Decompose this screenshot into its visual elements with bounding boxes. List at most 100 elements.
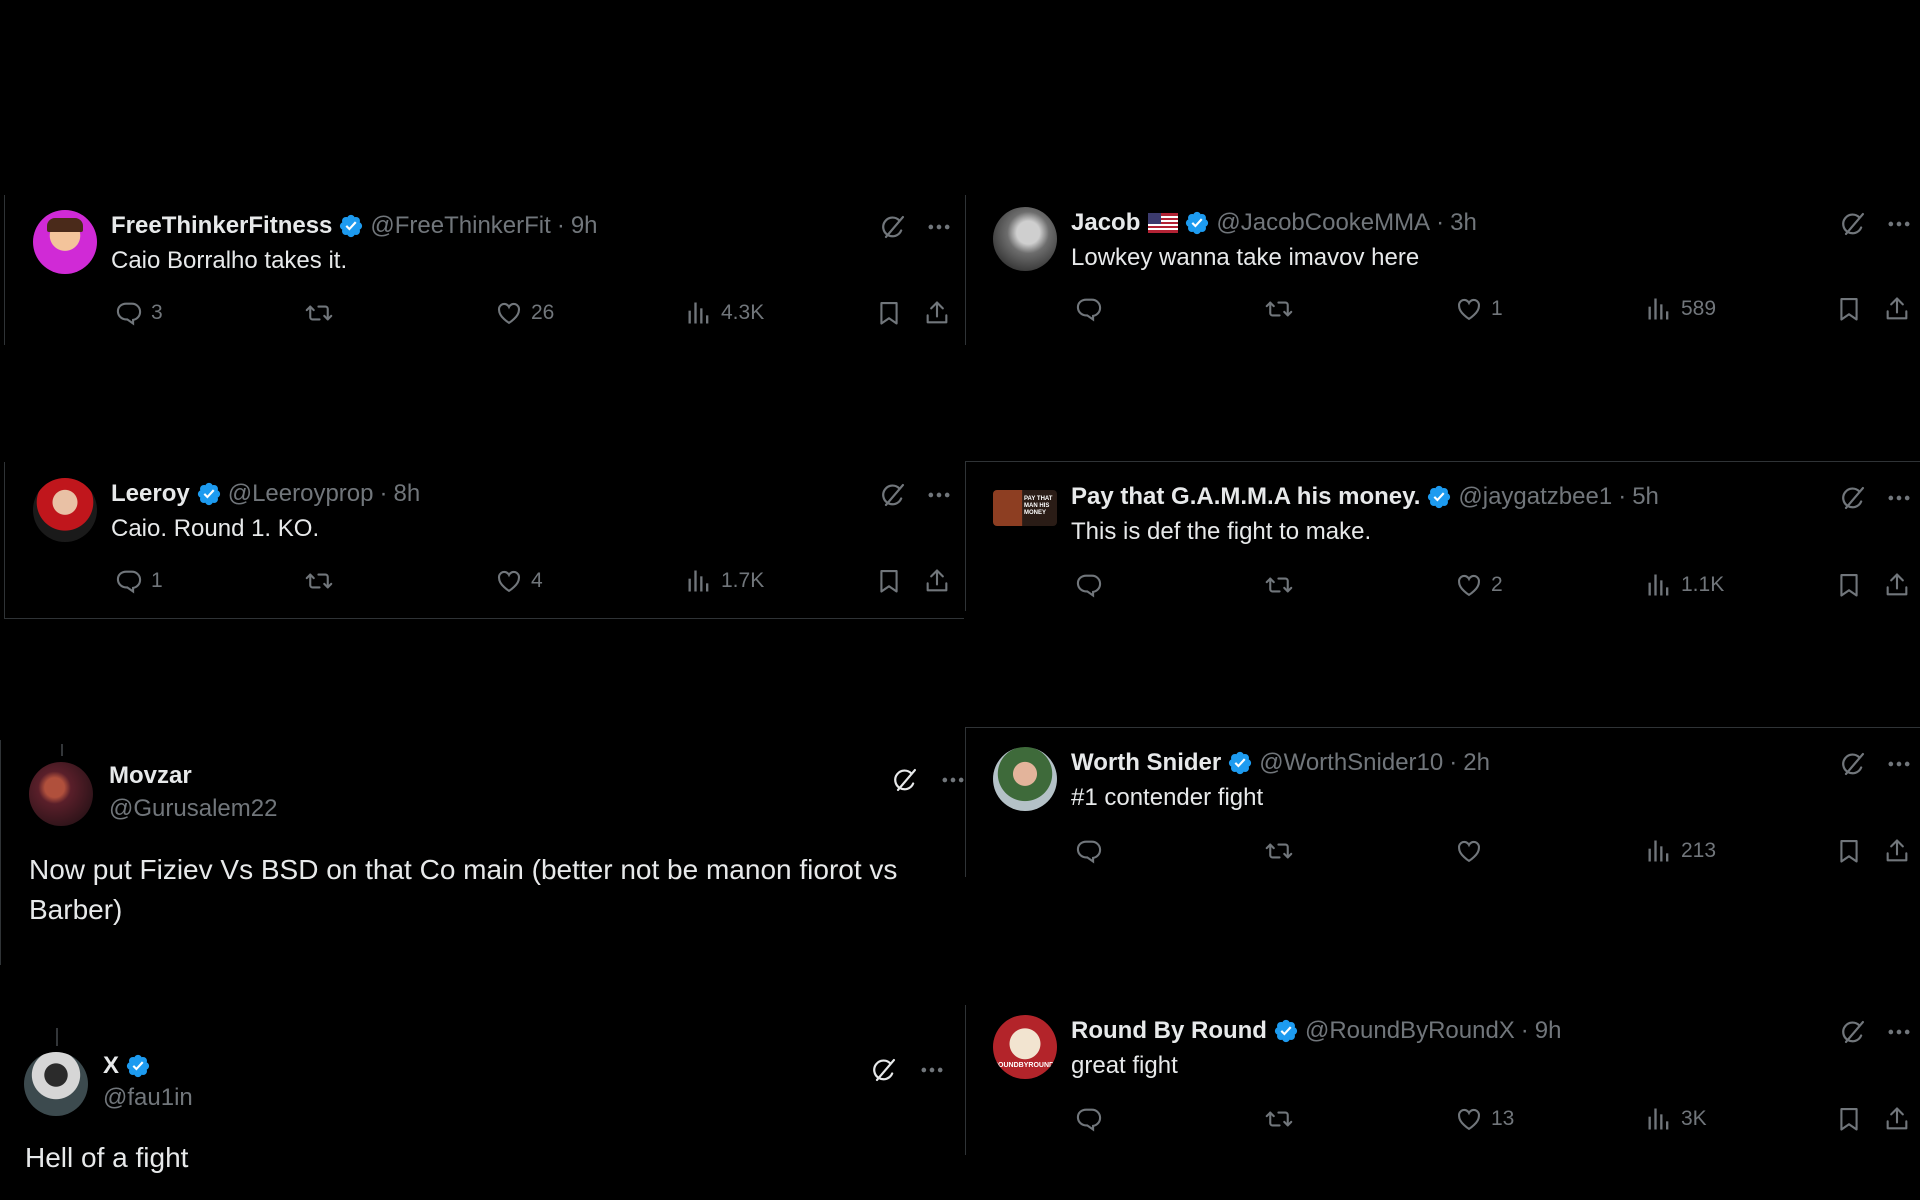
share-button[interactable] bbox=[923, 567, 951, 595]
more-icon[interactable] bbox=[1885, 750, 1913, 778]
author-handle[interactable]: @WorthSnider10 bbox=[1259, 749, 1443, 777]
grok-icon[interactable] bbox=[879, 213, 907, 241]
author-name[interactable]: Leeroy bbox=[111, 480, 190, 508]
timestamp[interactable]: 9h bbox=[1535, 1017, 1562, 1045]
grok-icon[interactable] bbox=[879, 481, 907, 509]
like-button[interactable] bbox=[1455, 837, 1491, 865]
separator: · bbox=[1520, 1017, 1529, 1044]
grok-icon[interactable] bbox=[1839, 210, 1867, 238]
author-name[interactable]: Movzar bbox=[109, 762, 192, 790]
bookmark-button[interactable] bbox=[1835, 837, 1863, 865]
bookmark-button[interactable] bbox=[875, 567, 903, 595]
timestamp[interactable]: 8h bbox=[393, 480, 420, 508]
author-handle[interactable]: @jaygatzbee1 bbox=[1458, 483, 1612, 511]
author-name[interactable]: Worth Snider bbox=[1071, 749, 1221, 777]
author-handle[interactable]: @RoundByRoundX bbox=[1305, 1017, 1515, 1045]
bookmark-button[interactable] bbox=[875, 299, 903, 327]
reply-button[interactable]: 3 bbox=[115, 299, 163, 327]
post-jacob[interactable]: Jacob @JacobCookeMMA · 3h Lowkey wanna t… bbox=[965, 195, 1920, 345]
author-handle[interactable]: @FreeThinkerFit bbox=[370, 212, 550, 240]
share-button[interactable] bbox=[1883, 571, 1911, 599]
timestamp[interactable]: 3h bbox=[1450, 209, 1477, 237]
bookmark-button[interactable] bbox=[1835, 1105, 1863, 1133]
reply-button[interactable]: 1 bbox=[115, 567, 163, 595]
bookmark-button[interactable] bbox=[1835, 295, 1863, 323]
like-button[interactable]: 1 bbox=[1455, 295, 1503, 323]
post-worthsnider[interactable]: Worth Snider @WorthSnider10 · 2h #1 cont… bbox=[965, 727, 1920, 877]
author-name[interactable]: FreeThinkerFitness bbox=[111, 212, 332, 240]
repost-button[interactable] bbox=[1265, 1105, 1301, 1133]
like-button[interactable]: 2 bbox=[1455, 571, 1503, 599]
repost-button[interactable] bbox=[1265, 837, 1301, 865]
repost-button[interactable] bbox=[305, 567, 341, 595]
views-icon bbox=[685, 567, 713, 595]
avatar[interactable]: ROUNDBYROUNDX bbox=[993, 1015, 1057, 1079]
post-freethinkerfitness[interactable]: FreeThinkerFitness @FreeThinkerFit · 9h … bbox=[4, 195, 964, 345]
avatar[interactable] bbox=[29, 762, 93, 826]
more-icon[interactable] bbox=[918, 1056, 946, 1084]
reply-button[interactable] bbox=[1075, 1105, 1111, 1133]
avatar-caption: ROUNDBYROUNDX bbox=[993, 1062, 1057, 1069]
author-handle[interactable]: @Leeroyprop bbox=[228, 480, 374, 508]
like-button[interactable]: 26 bbox=[495, 299, 554, 327]
post-text: great fight bbox=[1071, 1052, 1178, 1079]
more-icon[interactable] bbox=[1885, 484, 1913, 512]
share-button[interactable] bbox=[1883, 295, 1911, 323]
avatar[interactable] bbox=[24, 1052, 88, 1116]
more-icon[interactable] bbox=[1885, 1018, 1913, 1046]
author-name[interactable]: Jacob bbox=[1071, 209, 1140, 237]
share-icon bbox=[1883, 571, 1911, 599]
more-icon[interactable] bbox=[939, 766, 967, 794]
avatar[interactable] bbox=[993, 207, 1057, 271]
author-name-row: X bbox=[103, 1052, 151, 1080]
grok-icon[interactable] bbox=[891, 766, 919, 794]
avatar[interactable]: PAY THAT MAN HIS MONEY bbox=[993, 490, 1057, 526]
more-icon[interactable] bbox=[925, 481, 953, 509]
author-name[interactable]: Round By Round bbox=[1071, 1017, 1267, 1045]
author-name[interactable]: X bbox=[103, 1052, 119, 1080]
avatar[interactable] bbox=[33, 478, 97, 542]
post-jaygatzbee1[interactable]: PAY THAT MAN HIS MONEY Pay that G.A.M.M.… bbox=[965, 461, 1920, 611]
grok-icon[interactable] bbox=[1839, 750, 1867, 778]
timestamp[interactable]: 5h bbox=[1632, 483, 1659, 511]
timestamp[interactable]: 9h bbox=[571, 212, 598, 240]
like-button[interactable]: 4 bbox=[495, 567, 543, 595]
share-button[interactable] bbox=[923, 299, 951, 327]
post-header: Jacob @JacobCookeMMA · 3h bbox=[1071, 209, 1477, 237]
reply-button[interactable] bbox=[1075, 571, 1111, 599]
like-button[interactable]: 13 bbox=[1455, 1105, 1514, 1133]
reply-button[interactable] bbox=[1075, 295, 1111, 323]
post-movzar[interactable]: Movzar @Gurusalem22 Now put Fiziev Vs BS… bbox=[0, 740, 965, 965]
more-icon[interactable] bbox=[1885, 210, 1913, 238]
share-button[interactable] bbox=[1883, 1105, 1911, 1133]
post-leeroy[interactable]: Leeroy @Leeroyprop · 8h Caio. Round 1. K… bbox=[4, 462, 964, 619]
timestamp[interactable]: 2h bbox=[1463, 749, 1490, 777]
author-name[interactable]: Pay that G.A.M.M.A his money. bbox=[1071, 483, 1420, 511]
share-button[interactable] bbox=[1883, 837, 1911, 865]
views-button[interactable]: 4.3K bbox=[685, 299, 764, 327]
author-handle[interactable]: @fau1in bbox=[103, 1084, 193, 1112]
reply-button[interactable] bbox=[1075, 837, 1111, 865]
grok-icon[interactable] bbox=[870, 1056, 898, 1084]
views-button[interactable]: 1.1K bbox=[1645, 571, 1724, 599]
repost-button[interactable] bbox=[1265, 571, 1301, 599]
author-handle[interactable]: @JacobCookeMMA bbox=[1216, 209, 1430, 237]
repost-button[interactable] bbox=[1265, 295, 1301, 323]
avatar[interactable] bbox=[33, 210, 97, 274]
views-button[interactable]: 1.7K bbox=[685, 567, 764, 595]
post-roundbyround[interactable]: ROUNDBYROUNDX Round By Round @RoundByRou… bbox=[965, 1005, 1920, 1155]
author-handle[interactable]: @Gurusalem22 bbox=[109, 795, 277, 823]
views-button[interactable]: 3K bbox=[1645, 1105, 1707, 1133]
post-fau1in[interactable]: X @fau1in Hell of a fight bbox=[0, 1018, 965, 1200]
grok-icon[interactable] bbox=[1839, 1018, 1867, 1046]
views-button[interactable]: 589 bbox=[1645, 295, 1716, 323]
repost-icon bbox=[1265, 1105, 1293, 1133]
repost-button[interactable] bbox=[305, 299, 341, 327]
more-icon[interactable] bbox=[925, 213, 953, 241]
grok-icon[interactable] bbox=[1839, 484, 1867, 512]
action-bar: 3 26 4.3K bbox=[111, 299, 961, 329]
bookmark-button[interactable] bbox=[1835, 571, 1863, 599]
avatar[interactable] bbox=[993, 747, 1057, 811]
bookmark-icon bbox=[1835, 1105, 1863, 1133]
views-button[interactable]: 213 bbox=[1645, 837, 1716, 865]
